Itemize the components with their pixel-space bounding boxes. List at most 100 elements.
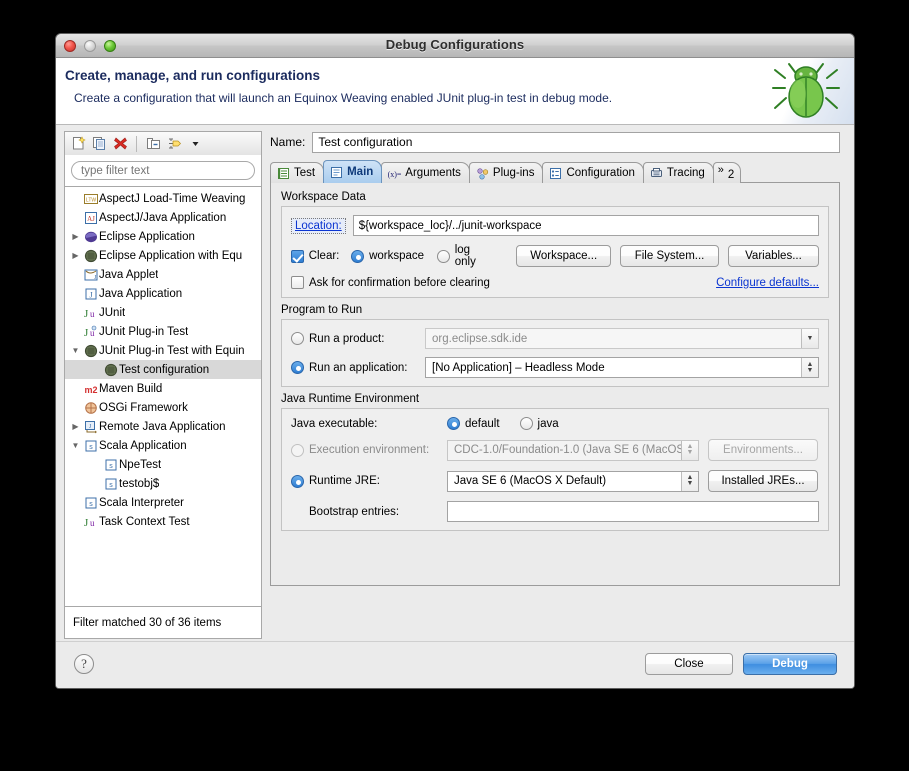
tree-item-label: Remote Java Application (99, 420, 226, 433)
tab-bar[interactable]: Test Main (x)= Arguments Plug-ins Configurati… (270, 160, 840, 183)
svg-text:J: J (84, 517, 89, 529)
variables-button[interactable]: Variables... (727, 245, 819, 267)
chevron-down-icon[interactable] (186, 135, 204, 153)
tab-tracing[interactable]: Tracing (642, 162, 714, 183)
java-icon: J (82, 287, 99, 301)
filter-icon[interactable] (165, 135, 183, 153)
application-combo[interactable]: [No Application] – Headless Mode ▲ ▼ (425, 357, 819, 378)
tree-item[interactable]: s testobj$ (65, 474, 261, 493)
configurations-tree[interactable]: LTW AspectJ Load-Time Weaving AJ AspectJ/Ja… (64, 187, 262, 607)
bootstrap-entries-label: Bootstrap entries: (309, 505, 400, 518)
environments-button[interactable]: Environments... (708, 439, 818, 461)
tree-item[interactable]: ▶ Eclipse Application with Equ (65, 246, 261, 265)
svg-text:J: J (89, 290, 92, 299)
java-executable-default-radio[interactable] (447, 417, 460, 430)
tree-item[interactable]: J Java Applet (65, 265, 261, 284)
delete-configuration-icon[interactable] (111, 135, 129, 153)
run-product-radio[interactable] (291, 332, 304, 345)
tab-arguments[interactable]: (x)= Arguments (381, 162, 470, 183)
osgi-icon (82, 401, 99, 415)
installed-jres-button[interactable]: Installed JREs... (708, 470, 818, 492)
execution-environment-combo[interactable]: CDC-1.0/Foundation-1.0 (Java SE 6 (MacOS… (447, 439, 699, 461)
location-input[interactable]: ${workspace_loc}/../junit-workspace (352, 215, 819, 236)
collapse-all-icon[interactable] (144, 135, 162, 153)
tab-test[interactable]: Test (270, 162, 325, 183)
tab-main[interactable]: Main (323, 160, 383, 183)
duplicate-configuration-icon[interactable] (90, 135, 108, 153)
tab-overflow-button[interactable]: » 2 (712, 162, 742, 183)
tree-item[interactable]: m2 Maven Build (65, 379, 261, 398)
clear-logonly-label: log only (454, 244, 476, 268)
workspace-button[interactable]: Workspace... (516, 245, 612, 267)
page-title: Create, manage, and run configurations (65, 68, 321, 83)
tab-overflow-count: 2 (727, 169, 735, 181)
new-configuration-icon[interactable] (69, 135, 87, 153)
junit-icon: Ju (82, 515, 99, 529)
tree-item[interactable]: AJ AspectJ/Java Application (65, 208, 261, 227)
chevron-down-icon[interactable]: ▼ (69, 341, 82, 360)
clear-logonly-radio[interactable] (437, 249, 450, 263)
arguments-icon: (x)= (388, 167, 401, 180)
tree-item[interactable]: ▶ Eclipse Application (65, 227, 261, 246)
product-combo[interactable]: org.eclipse.sdk.ide ▼ (425, 328, 819, 349)
svg-text:J: J (84, 308, 89, 320)
clear-checkbox[interactable] (291, 249, 304, 263)
program-to-run-title: Program to Run (281, 304, 363, 316)
ask-confirmation-checkbox[interactable] (291, 276, 304, 289)
chevron-right-icon[interactable]: ▶ (69, 246, 82, 265)
run-application-radio[interactable] (291, 361, 304, 374)
tree-item[interactable]: LTW AspectJ Load-Time Weaving (65, 189, 261, 208)
workspace-data-group: Workspace Data Location: ${workspace_loc… (281, 191, 829, 298)
tree-item[interactable]: J Java Application (65, 284, 261, 303)
runtime-jre-combo[interactable]: Java SE 6 (MacOS X Default) ▲ ▼ (447, 470, 699, 492)
tree-item-label: NpeTest (119, 458, 162, 471)
chevron-down-icon[interactable]: ▼ (69, 436, 82, 455)
configurations-panel: LTW AspectJ Load-Time Weaving AJ AspectJ/Ja… (64, 131, 262, 639)
tree-item-label: JUnit Plug-in Test (99, 325, 189, 338)
tree-item[interactable]: Ju JUnit (65, 303, 261, 322)
clear-label: Clear: (308, 250, 340, 262)
tree-item[interactable]: s NpeTest (65, 455, 261, 474)
help-button[interactable]: ? (74, 654, 94, 674)
filter-input[interactable] (71, 161, 255, 180)
tree-item[interactable]: OSGi Framework (65, 398, 261, 417)
dialog-body: LTW AspectJ Load-Time Weaving AJ AspectJ/Ja… (56, 125, 854, 688)
tree-item[interactable]: s Scala Interpreter (65, 493, 261, 512)
scala-icon: s (102, 477, 119, 491)
close-button[interactable]: Close (645, 653, 733, 675)
tab-configuration[interactable]: Configuration (542, 162, 644, 183)
main-icon (330, 166, 343, 179)
java-executable-java-radio[interactable] (519, 417, 533, 430)
name-input[interactable] (312, 131, 840, 153)
debug-button[interactable]: Debug (743, 653, 837, 675)
tree-item-selected[interactable]: Test configuration (65, 360, 261, 379)
location-link[interactable]: Location: (291, 217, 346, 234)
scala-icon: s (102, 458, 119, 472)
svg-text:(x)=: (x)= (388, 170, 401, 179)
tracing-icon (650, 167, 663, 180)
configure-defaults-link[interactable]: Configure defaults... (716, 277, 819, 289)
page-subtitle: Create a configuration that will launch … (74, 91, 613, 105)
tree-item[interactable]: ▼ JUnit Plug-in Test with Equin (65, 341, 261, 360)
runtime-jre-label: Runtime JRE: (309, 475, 380, 487)
runtime-jre-radio[interactable] (291, 474, 304, 488)
tree-item-label: Eclipse Application with Equ (99, 249, 243, 262)
tab-plug-ins[interactable]: Plug-ins (468, 162, 544, 183)
tree-item[interactable]: ▶ J Remote Java Application (65, 417, 261, 436)
chevron-right-icon[interactable]: ▶ (69, 417, 82, 436)
clear-workspace-radio[interactable] (351, 249, 365, 263)
filter-container (64, 155, 262, 187)
bootstrap-entries-input[interactable] (446, 501, 819, 522)
svg-text:s: s (89, 501, 93, 508)
program-to-run-group: Program to Run Run a product: org.eclips… (281, 304, 829, 387)
chevron-right-icon[interactable]: ▶ (69, 227, 82, 246)
file-system-button[interactable]: File System... (620, 245, 719, 267)
tree-item[interactable]: ▼ s Scala Application (65, 436, 261, 455)
tree-item[interactable]: Ju Task Context Test (65, 512, 261, 531)
dialog-footer: ? Close Debug (56, 641, 854, 688)
tree-item[interactable]: Ju JUnit Plug-in Test (65, 322, 261, 341)
tab-label: Tracing (666, 167, 705, 179)
execution-environment-radio[interactable] (291, 443, 304, 457)
tree-item-label: testobj$ (119, 477, 160, 490)
ask-confirmation-label: Ask for confirmation before clearing (309, 276, 490, 289)
